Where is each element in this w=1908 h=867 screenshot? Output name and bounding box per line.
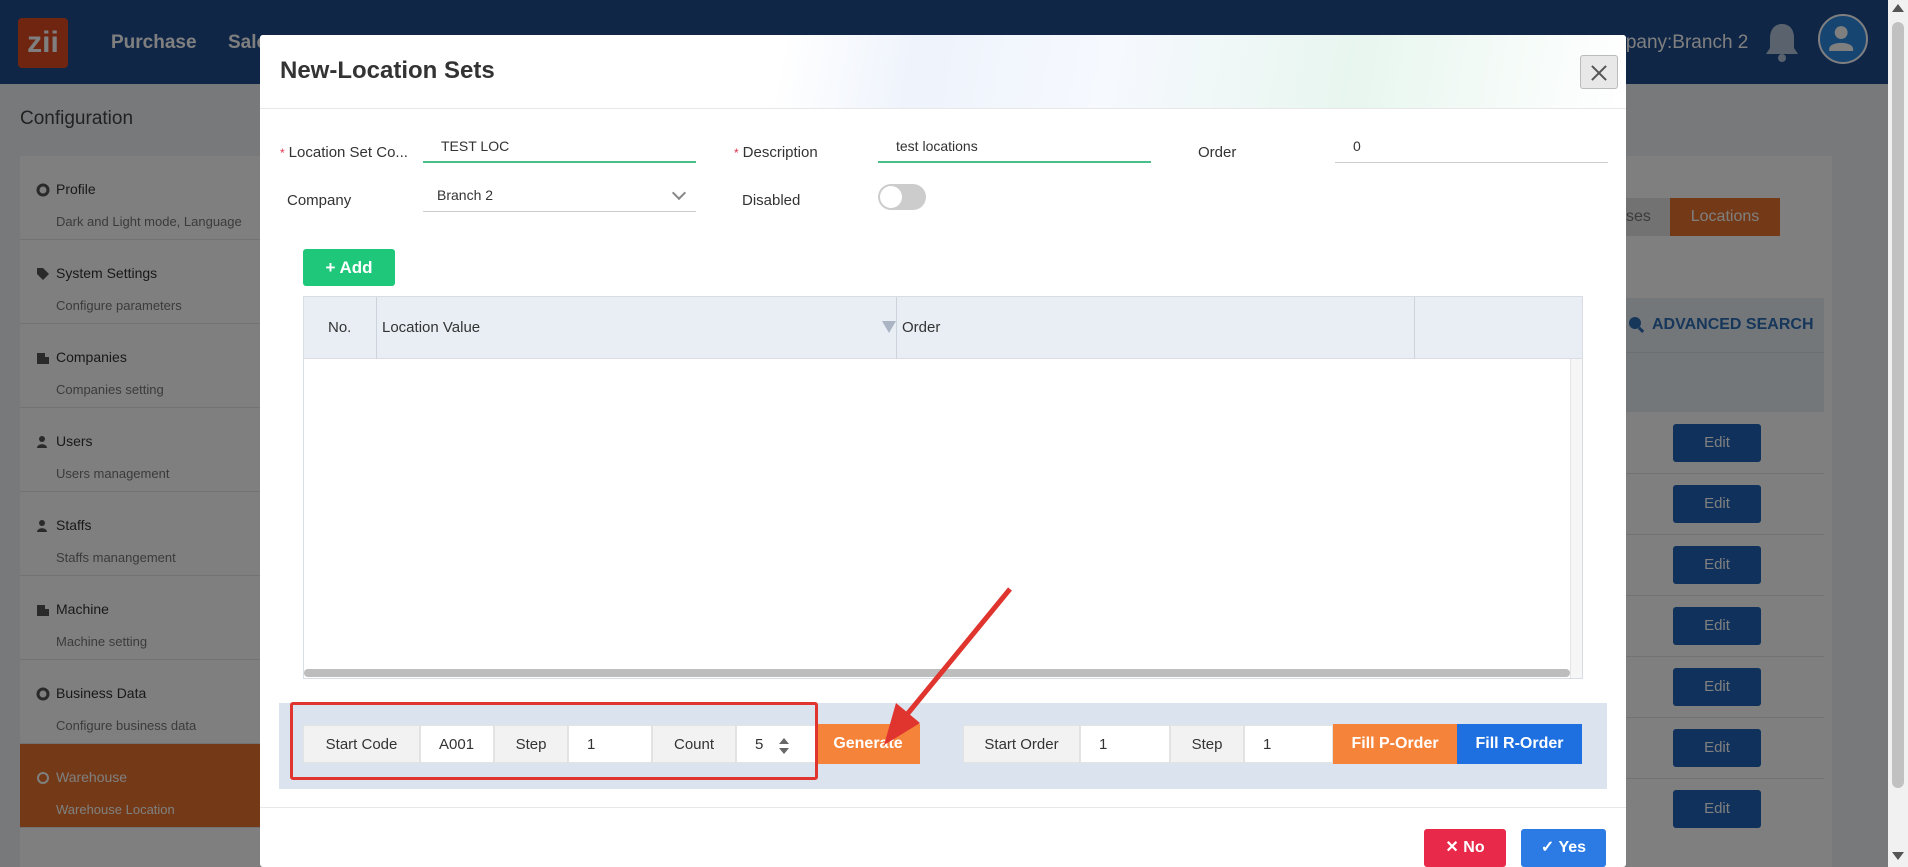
no-button[interactable]: ✕ No: [1424, 829, 1506, 867]
scrollbar-thumb[interactable]: [1892, 22, 1904, 788]
order-label: Order: [1198, 144, 1237, 161]
company-select[interactable]: Branch 2: [423, 182, 696, 212]
fill-p-order-button[interactable]: Fill P-Order: [1333, 724, 1457, 764]
column-header-order[interactable]: Order: [898, 297, 940, 359]
chevron-down-icon: [671, 185, 687, 201]
close-icon: ✕: [1445, 839, 1464, 856]
no-button-label: No: [1463, 839, 1485, 856]
add-button-label: Add: [339, 258, 373, 277]
company-select-value: Branch 2: [437, 187, 494, 203]
column-divider: [376, 297, 377, 359]
order-step-input[interactable]: 1: [1244, 725, 1333, 763]
toggle-knob: [880, 186, 902, 208]
scroll-up-icon[interactable]: [1892, 4, 1904, 12]
location-set-code-input[interactable]: TEST LOC: [423, 133, 696, 163]
scroll-down-icon[interactable]: [1892, 852, 1904, 860]
start-order-input[interactable]: 1: [1080, 725, 1170, 763]
disabled-label: Disabled: [742, 192, 801, 209]
order-input[interactable]: 0: [1335, 133, 1608, 163]
yes-button[interactable]: ✓ Yes: [1521, 829, 1606, 867]
highlight-box: [290, 702, 818, 780]
dialog-header: New-Location Sets: [260, 35, 1626, 109]
location-set-code-label: * Location Set Co...: [280, 144, 408, 161]
grid-vertical-scrollbar[interactable]: [1570, 359, 1582, 678]
dialog-footer: [260, 807, 1626, 867]
column-header-no[interactable]: No.: [324, 297, 351, 359]
column-header-location-value[interactable]: Location Value: [378, 297, 480, 359]
close-icon[interactable]: [1580, 55, 1618, 89]
disabled-toggle[interactable]: [878, 184, 926, 210]
column-divider[interactable]: [896, 297, 897, 359]
column-divider[interactable]: [1414, 297, 1415, 359]
filter-icon[interactable]: [882, 321, 896, 333]
yes-button-label: Yes: [1558, 839, 1587, 856]
plus-icon: +: [325, 258, 340, 277]
company-label: Company: [287, 192, 352, 209]
order-step-label: Step: [1170, 725, 1244, 763]
new-location-sets-dialog: New-Location Sets * Location Set Co... TE…: [260, 35, 1626, 867]
fill-r-order-button[interactable]: Fill R-Order: [1457, 724, 1582, 764]
add-row-button[interactable]: + Add: [303, 249, 395, 286]
page-scrollbar[interactable]: [1888, 0, 1908, 867]
arrow-annotation: [884, 587, 1012, 745]
grid-header: No. Location Value Order: [304, 297, 1582, 359]
description-label: * Description: [734, 144, 818, 161]
description-input[interactable]: test locations: [878, 133, 1151, 163]
dialog-title: New-Location Sets: [280, 57, 495, 84]
check-icon: ✓: [1540, 839, 1559, 856]
